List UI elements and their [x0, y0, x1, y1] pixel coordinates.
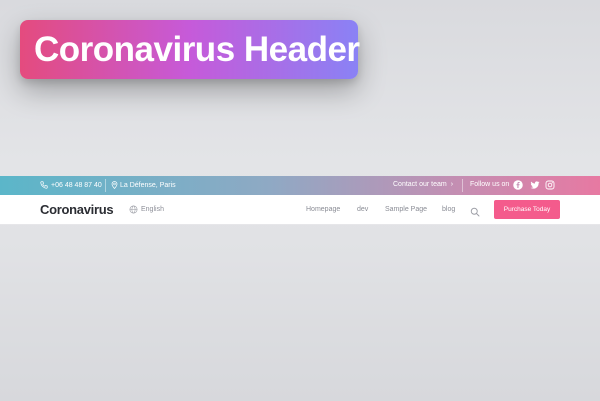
- main-navbar: Coronavirus English Homepage dev Sample …: [0, 195, 600, 225]
- nav-link-blog[interactable]: blog: [442, 206, 455, 213]
- topbar-divider: [462, 179, 463, 192]
- address-text: La Défense, Paris: [120, 181, 176, 189]
- site-logo[interactable]: Coronavirus: [40, 202, 114, 217]
- map-pin-icon: [111, 181, 118, 189]
- purchase-button[interactable]: Purchase Today: [494, 200, 560, 219]
- chevron-right-icon: ›: [450, 181, 454, 188]
- language-switcher[interactable]: English: [129, 205, 164, 214]
- follow-us-label: Follow us on: [470, 181, 510, 188]
- hero-title: Coronavirus Header: [34, 29, 360, 69]
- phone-contact[interactable]: +06 48 48 87 40: [40, 181, 102, 189]
- nav-link-sample-page[interactable]: Sample Page: [385, 206, 427, 213]
- instagram-icon[interactable]: [545, 180, 555, 190]
- phone-icon: [40, 181, 48, 189]
- address-info: La Défense, Paris: [111, 181, 176, 189]
- twitter-icon[interactable]: [530, 180, 540, 190]
- globe-icon: [129, 205, 138, 214]
- top-info-bar: +06 48 48 87 40 La Défense, Paris Contac…: [0, 176, 600, 195]
- contact-team-label: Contact our team: [393, 181, 447, 188]
- language-label: English: [141, 206, 164, 213]
- contact-team-link[interactable]: Contact our team ›: [393, 181, 453, 188]
- nav-link-dev[interactable]: dev: [357, 206, 368, 213]
- search-icon[interactable]: [470, 204, 480, 222]
- nav-link-homepage[interactable]: Homepage: [306, 206, 340, 213]
- hero-title-banner: Coronavirus Header: [20, 20, 360, 79]
- facebook-icon[interactable]: [513, 180, 523, 190]
- phone-number: +06 48 48 87 40: [51, 181, 102, 189]
- topbar-divider: [105, 179, 106, 192]
